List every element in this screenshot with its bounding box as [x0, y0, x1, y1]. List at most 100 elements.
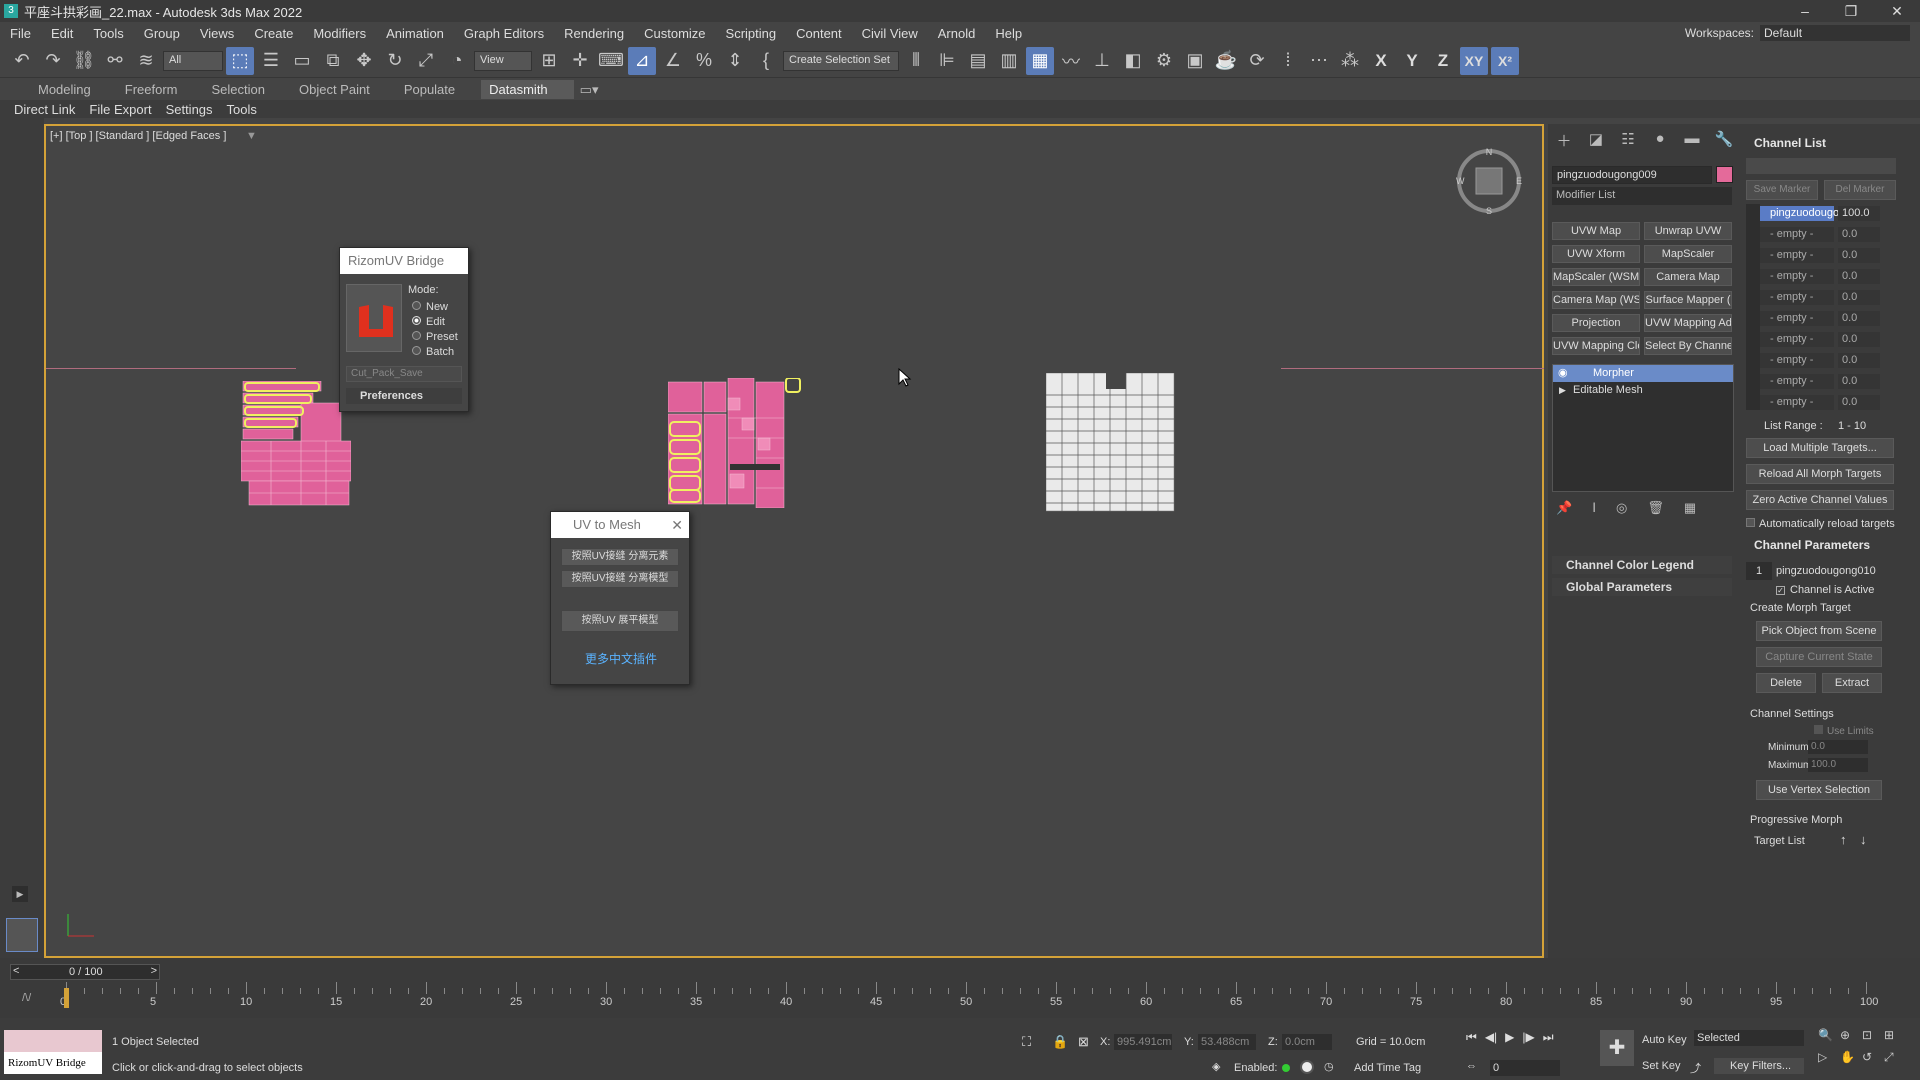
select-by-channel-button[interactable]: Select By Channel	[1644, 337, 1732, 355]
enabled-toggle[interactable]	[1300, 1060, 1314, 1074]
key-filters-button[interactable]: Key Filters...	[1714, 1058, 1804, 1074]
split-models-button[interactable]: 按照UV接缝 分离模型	[561, 570, 679, 588]
key-tangent-icon[interactable]: ⤴	[1690, 1060, 1701, 1076]
place-icon[interactable]: ◔	[443, 47, 471, 75]
go-to-end-icon[interactable]: ⏭	[1543, 1030, 1554, 1045]
adaptive-degradation-icon[interactable]: ◈	[1212, 1060, 1220, 1073]
enabled-indicator-icon[interactable]	[1282, 1064, 1290, 1072]
settings-button[interactable]: Settings	[166, 102, 213, 117]
menu-file[interactable]: File	[0, 26, 41, 41]
zoom-extents-all-icon[interactable]: ⊞	[1884, 1028, 1906, 1042]
camera-map-button[interactable]: Camera Map	[1644, 268, 1732, 286]
reference-coord-dropdown[interactable]: View	[474, 50, 532, 71]
uvmesh-title[interactable]: UV to Mesh ✕	[551, 512, 689, 538]
channel-value[interactable]: 0.0	[1838, 290, 1880, 305]
mapscaler-wsm-button[interactable]: MapScaler (WSM)	[1552, 268, 1640, 286]
menu-tools[interactable]: Tools	[83, 26, 133, 41]
lock-icon[interactable]: 🔒	[1052, 1034, 1068, 1050]
use-limits-checkbox[interactable]: Use Limits	[1814, 725, 1874, 737]
pin-stack-icon[interactable]: 📌	[1556, 500, 1572, 516]
pan-icon[interactable]: ✋	[1840, 1050, 1862, 1065]
file-export-button[interactable]: File Export	[89, 102, 151, 117]
save-marker-button[interactable]: Save Marker	[1746, 180, 1818, 200]
zoom-extents-icon[interactable]: ⊡	[1862, 1028, 1884, 1042]
curve-icon[interactable]: /\/	[22, 992, 31, 1004]
display-tab-icon[interactable]: ▬	[1682, 130, 1702, 150]
axis-z-button[interactable]: Z	[1429, 47, 1457, 75]
channel-name[interactable]: pingzuodougon	[1760, 206, 1845, 221]
next-frame-icon[interactable]: >	[151, 965, 157, 977]
extract-button[interactable]: Extract	[1822, 673, 1882, 693]
channel-row[interactable]: - empty - 0.0	[1760, 227, 1880, 243]
move-down-icon[interactable]: ↓	[1860, 832, 1867, 847]
preferences-rollout[interactable]: Preferences	[346, 388, 462, 404]
go-to-start-icon[interactable]: ⏮	[1466, 1030, 1477, 1045]
mode-preset-radio[interactable]: Preset	[412, 330, 458, 345]
mode-new-radio[interactable]: New	[412, 300, 458, 315]
rendered-frame-icon[interactable]: ▣	[1181, 47, 1209, 75]
menu-animation[interactable]: Animation	[376, 26, 454, 41]
pivot-icon[interactable]: ⊞	[535, 47, 563, 75]
hierarchy-tab-icon[interactable]: ☷	[1618, 130, 1638, 150]
axis-xy-button[interactable]: XY	[1460, 46, 1488, 75]
channel-name[interactable]: - empty -	[1760, 395, 1834, 410]
viewport-top[interactable]: [+] [Top ] [Standard ] [Edged Faces ] ▼ …	[44, 124, 1544, 958]
channel-number-field[interactable]: 1	[1746, 562, 1772, 580]
delete-button[interactable]: Delete	[1756, 673, 1816, 693]
channel-row[interactable]: - empty - 0.0	[1760, 248, 1880, 264]
add-time-tag[interactable]: Add Time Tag	[1354, 1062, 1421, 1074]
channel-scrollbar[interactable]	[1746, 204, 1760, 410]
motion-tab-icon[interactable]: ●	[1650, 130, 1670, 150]
play-icon[interactable]: ▶	[1505, 1030, 1514, 1045]
object-color-swatch[interactable]	[1716, 166, 1733, 183]
channel-name[interactable]: - empty -	[1760, 290, 1834, 305]
more-plugins-link[interactable]: 更多中文插件	[551, 650, 691, 667]
channel-parameters-rollout[interactable]: Channel Parameters	[1744, 538, 1914, 556]
snap-toggle-icon[interactable]: ⊿	[628, 46, 656, 75]
channel-value[interactable]: 0.0	[1838, 395, 1880, 410]
reload-all-targets-button[interactable]: Reload All Morph Targets	[1746, 464, 1894, 484]
menu-scripting[interactable]: Scripting	[716, 26, 787, 41]
prev-key-icon[interactable]: ◀|	[1485, 1030, 1497, 1045]
projection-button[interactable]: Projection	[1552, 314, 1640, 332]
uvw-xform-button[interactable]: UVW Xform	[1552, 245, 1640, 263]
menu-customize[interactable]: Customize	[634, 26, 715, 41]
filter-icon[interactable]: ▼	[246, 130, 257, 142]
menu-content[interactable]: Content	[786, 26, 852, 41]
spinner-snap-icon[interactable]: ⇕	[721, 47, 749, 75]
tab-freeform[interactable]: Freeform	[117, 80, 204, 99]
array-icon[interactable]: ⋯	[1305, 47, 1333, 75]
time-tag-icon[interactable]: ◷	[1324, 1060, 1334, 1073]
channel-name[interactable]: - empty -	[1760, 311, 1834, 326]
maximize-viewport-icon[interactable]: ⤢	[1884, 1050, 1906, 1065]
mode-batch-radio[interactable]: Batch	[412, 345, 458, 360]
tab-modeling[interactable]: Modeling	[30, 80, 117, 99]
key-mode-dropdown[interactable]: Selected	[1694, 1030, 1804, 1046]
channel-row[interactable]: - empty - 0.0	[1760, 269, 1880, 285]
move-up-icon[interactable]: ↑	[1840, 832, 1847, 847]
unwrap-uvw-button[interactable]: Unwrap UVW	[1644, 222, 1732, 240]
channel-name[interactable]: - empty -	[1760, 227, 1834, 242]
rizomuv-title[interactable]: RizomUV Bridge	[340, 248, 468, 274]
channel-value[interactable]: 0.0	[1838, 332, 1880, 347]
split-elements-button[interactable]: 按照UV接缝 分离元素	[561, 548, 679, 566]
channel-name[interactable]: - empty -	[1760, 374, 1834, 389]
show-end-result-icon[interactable]: Ⅰ	[1592, 500, 1596, 516]
viewcube-compass[interactable]: N S W E	[1454, 146, 1524, 216]
tools-button[interactable]: Tools	[227, 102, 257, 117]
channel-row[interactable]: - empty - 0.0	[1760, 353, 1880, 369]
direct-link-button[interactable]: Direct Link	[14, 102, 75, 117]
maxscript-listener-top[interactable]	[4, 1030, 102, 1052]
uvw-mapping-clear-button[interactable]: UVW Mapping Clear	[1552, 337, 1640, 355]
selection-filter-dropdown[interactable]: All	[163, 50, 223, 71]
rect-selection-icon[interactable]: ▭	[288, 47, 316, 75]
uvw-map-button[interactable]: UVW Map	[1552, 222, 1640, 240]
menu-arnold[interactable]: Arnold	[928, 26, 986, 41]
redo-icon[interactable]: ↷	[39, 47, 67, 75]
select-manipulate-icon[interactable]: ✛	[566, 47, 594, 75]
channel-name[interactable]: - empty -	[1760, 269, 1834, 284]
viewport-label[interactable]: [+] [Top ] [Standard ] [Edged Faces ]	[50, 130, 226, 142]
viewport-layout-icon[interactable]	[6, 918, 38, 952]
key-mode-toggle-icon[interactable]: ⇔	[1466, 1060, 1477, 1072]
channel-name[interactable]: - empty -	[1760, 248, 1834, 263]
